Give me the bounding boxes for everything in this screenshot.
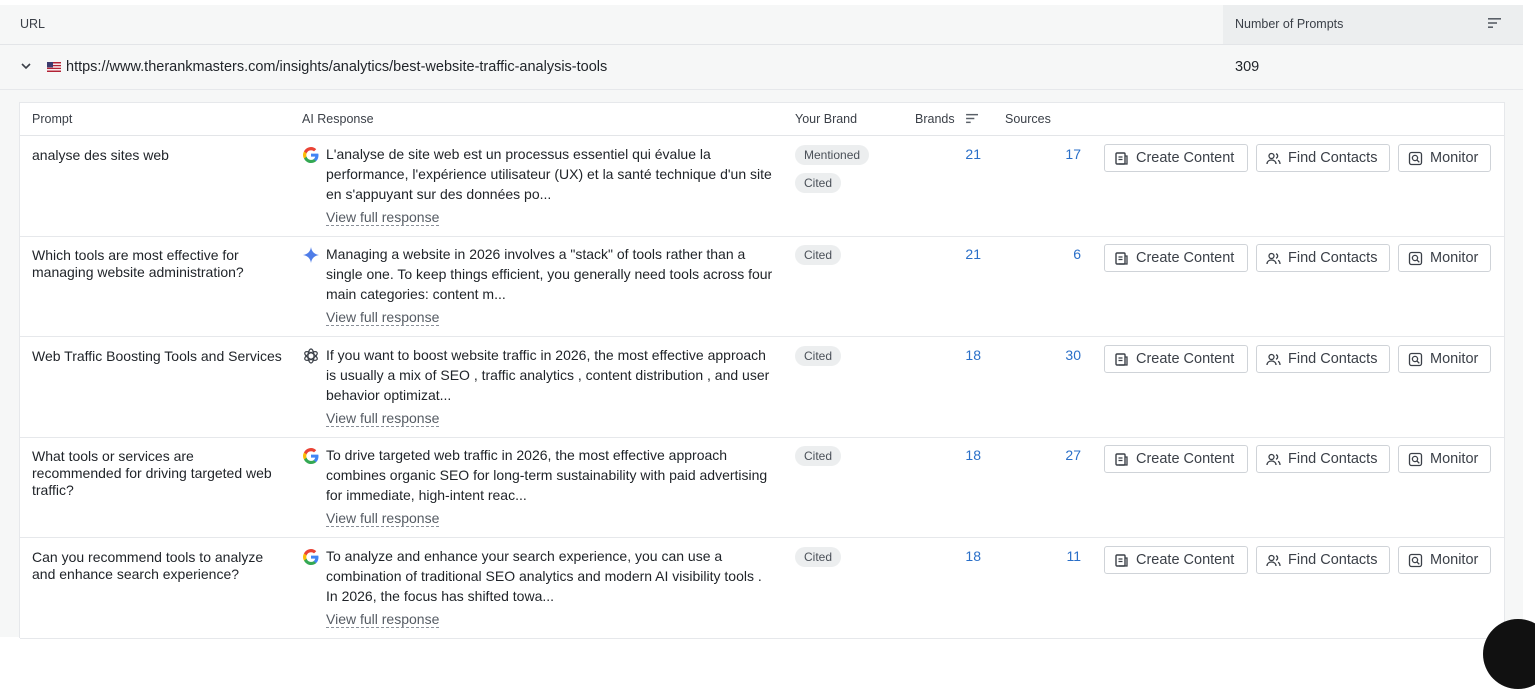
create-content-button[interactable]: Create Content — [1104, 345, 1248, 373]
find-contacts-button[interactable]: Find Contacts — [1256, 546, 1390, 574]
prompt-count: 309 — [1235, 59, 1260, 75]
view-full-response-link[interactable]: View full response — [326, 410, 440, 427]
table-row: analyse des sites web L'analyse de site … — [20, 136, 1504, 237]
users-icon — [1266, 252, 1281, 265]
ai-response-text: If you want to boost website traffic in … — [326, 347, 770, 403]
monitor-search-icon — [1408, 553, 1423, 568]
status-badge: Mentioned — [795, 145, 870, 165]
monitor-search-icon — [1408, 452, 1423, 467]
sources-count[interactable]: 6 — [1041, 246, 1081, 262]
expanded-panel: Prompt AI Response Your Brand Brands Sou… — [0, 90, 1523, 639]
view-full-response-link[interactable]: View full response — [326, 611, 440, 628]
url-group-row[interactable]: https://www.therankmasters.com/insights/… — [0, 45, 1523, 90]
find-contacts-button[interactable]: Find Contacts — [1256, 445, 1390, 473]
prompt-text: Web Traffic Boosting Tools and Services — [32, 348, 282, 364]
prompt-column-header: Prompt — [32, 112, 73, 126]
status-badge: Cited — [795, 245, 842, 265]
find-contacts-button[interactable]: Find Contacts — [1256, 144, 1390, 172]
view-full-response-link[interactable]: View full response — [326, 309, 440, 326]
create-content-button[interactable]: Create Content — [1104, 244, 1248, 272]
brands-count[interactable]: 21 — [941, 246, 981, 262]
users-icon — [1266, 554, 1281, 567]
gemini-icon — [303, 247, 319, 263]
table-row: Which tools are most effective for manag… — [20, 236, 1504, 337]
status-badge: Cited — [795, 346, 842, 366]
brands-count[interactable]: 21 — [941, 146, 981, 162]
status-badge: Cited — [795, 173, 842, 193]
create-content-button[interactable]: Create Content — [1104, 445, 1248, 473]
document-icon — [1115, 353, 1128, 366]
document-icon — [1115, 554, 1128, 567]
google-icon — [303, 147, 319, 163]
document-icon — [1115, 453, 1128, 466]
view-full-response-link[interactable]: View full response — [326, 209, 440, 226]
prompts-column-header[interactable]: Number of Prompts — [1223, 5, 1523, 44]
table-row: Can you recommend tools to analyze and e… — [20, 538, 1504, 639]
monitor-search-icon — [1408, 151, 1423, 166]
sources-count[interactable]: 17 — [1041, 146, 1081, 162]
brands-column-header[interactable]: Brands — [915, 112, 955, 126]
brands-count[interactable]: 18 — [941, 447, 981, 463]
ai-response-text: L'analyse de site web est un processus e… — [326, 146, 772, 202]
users-icon — [1266, 453, 1281, 466]
monitor-button[interactable]: Monitor — [1398, 144, 1491, 172]
monitor-button[interactable]: Monitor — [1398, 345, 1491, 373]
create-content-button[interactable]: Create Content — [1104, 144, 1248, 172]
users-icon — [1266, 152, 1281, 165]
sources-count[interactable]: 27 — [1041, 447, 1081, 463]
prompt-text: analyse des sites web — [32, 147, 169, 163]
prompt-text: What tools or services are recommended f… — [32, 448, 272, 498]
monitor-button[interactable]: Monitor — [1398, 546, 1491, 574]
ai-response-column-header: AI Response — [302, 112, 374, 126]
status-badge: Cited — [795, 547, 842, 567]
your-brand-column-header: Your Brand — [795, 112, 858, 126]
brands-count[interactable]: 18 — [941, 347, 981, 363]
google-icon — [303, 448, 319, 464]
openai-icon — [304, 348, 318, 364]
sort-icon[interactable] — [966, 113, 979, 124]
monitor-search-icon — [1408, 251, 1423, 266]
monitor-button[interactable]: Monitor — [1398, 244, 1491, 272]
ai-response-text: To analyze and enhance your search exper… — [326, 548, 762, 604]
outer-table-header: URL Number of Prompts — [0, 5, 1523, 45]
google-icon — [303, 549, 319, 565]
prompt-text: Can you recommend tools to analyze and e… — [32, 549, 264, 582]
ai-response-text: To drive targeted web traffic in 2026, t… — [326, 447, 768, 503]
chevron-down-icon[interactable] — [20, 60, 32, 72]
prompts-table: Prompt AI Response Your Brand Brands Sou… — [19, 102, 1505, 639]
brands-count[interactable]: 18 — [941, 548, 981, 564]
create-content-button[interactable]: Create Content — [1104, 546, 1248, 574]
prompt-text: Which tools are most effective for manag… — [32, 247, 244, 280]
sources-count[interactable]: 30 — [1041, 347, 1081, 363]
users-icon — [1266, 353, 1281, 366]
page-url[interactable]: https://www.therankmasters.com/insights/… — [66, 59, 607, 75]
table-row: Web Traffic Boosting Tools and Services … — [20, 337, 1504, 438]
find-contacts-button[interactable]: Find Contacts — [1256, 345, 1390, 373]
status-badge: Cited — [795, 446, 842, 466]
sources-column-header: Sources — [1005, 112, 1051, 126]
url-column-header: URL — [20, 17, 46, 31]
find-contacts-button[interactable]: Find Contacts — [1256, 244, 1390, 272]
us-flag-icon — [47, 62, 61, 72]
monitor-search-icon — [1408, 352, 1423, 367]
ai-response-text: Managing a website in 2026 involves a "s… — [326, 246, 773, 302]
monitor-button[interactable]: Monitor — [1398, 445, 1491, 473]
document-icon — [1115, 252, 1128, 265]
view-full-response-link[interactable]: View full response — [326, 510, 440, 527]
sources-count[interactable]: 11 — [1041, 548, 1081, 564]
sort-icon[interactable] — [1488, 17, 1502, 29]
table-row: What tools or services are recommended f… — [20, 437, 1504, 538]
prompts-table-header: Prompt AI Response Your Brand Brands Sou… — [20, 103, 1504, 136]
document-icon — [1115, 152, 1128, 165]
